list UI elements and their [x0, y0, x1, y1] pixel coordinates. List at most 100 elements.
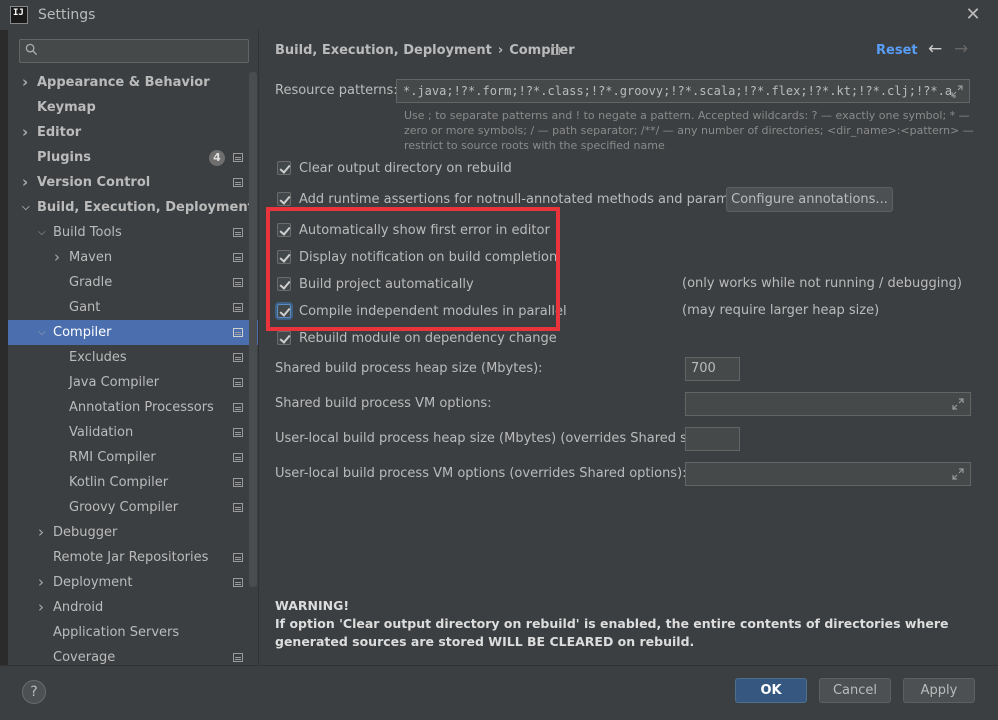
build-automatically-note: (only works while not running / debuggin… [682, 276, 962, 291]
project-scope-icon [233, 478, 243, 487]
resource-patterns-value: *.java;!?*.form;!?*.class;!?*.groovy;!?*… [403, 84, 960, 98]
breadcrumb-current: Compiler [509, 43, 575, 58]
sidebar-item-excludes[interactable]: Excludes [8, 345, 258, 370]
sidebar-item-compiler[interactable]: ⌵ Compiler [8, 320, 258, 345]
sidebar-item-maven[interactable]: › Maven [8, 245, 258, 270]
chevron-right-icon[interactable]: › [22, 70, 32, 95]
project-scope-icon [233, 378, 243, 387]
sidebar-item-gradle[interactable]: Gradle [8, 270, 258, 295]
sidebar-item-kotlin-compiler[interactable]: Kotlin Compiler [8, 470, 258, 495]
chevron-right-icon[interactable]: › [54, 245, 64, 270]
sidebar-item-label: Java Compiler [69, 375, 160, 390]
chevron-right-icon[interactable]: › [22, 170, 32, 195]
help-button[interactable]: ? [22, 680, 46, 704]
sidebar-item-label: Gant [69, 300, 101, 315]
vm-options-field[interactable] [685, 392, 971, 416]
expand-field-icon[interactable] [951, 85, 963, 97]
dialog-button-bar: ? OK Cancel Apply [0, 665, 998, 720]
project-scope-icon [233, 253, 243, 262]
sidebar-item-java-compiler[interactable]: Java Compiler [8, 370, 258, 395]
close-icon[interactable]: ✕ [962, 4, 984, 26]
chevron-right-icon[interactable]: › [38, 595, 48, 620]
heap-size-input[interactable]: 700 [685, 357, 740, 381]
project-scope-icon [233, 403, 243, 412]
sidebar-item-label: Coverage [53, 650, 116, 665]
sidebar-item-label: Maven [69, 250, 113, 265]
editor-gutter-strip [0, 30, 8, 720]
sidebar-item-keymap[interactable]: Keymap [8, 95, 258, 120]
sidebar-item-gant[interactable]: Gant [8, 295, 258, 320]
sidebar-item-debugger[interactable]: › Debugger [8, 520, 258, 545]
chevron-right-icon[interactable]: › [22, 120, 32, 145]
warning-text: If option 'Clear output directory on reb… [275, 616, 949, 649]
sidebar-scrollbar[interactable] [249, 72, 257, 587]
chevron-right-icon[interactable]: › [38, 570, 48, 595]
runtime-assertions-label: Add runtime assertions for notnull-annot… [299, 191, 763, 207]
apply-button[interactable]: Apply [903, 678, 975, 703]
sidebar-item-label: RMI Compiler [69, 450, 156, 465]
settings-search-input[interactable] [19, 39, 249, 63]
reset-link[interactable]: Reset [876, 43, 918, 58]
sidebar-item-label: Plugins [37, 150, 91, 165]
sidebar-item-label: Annotation Processors [69, 400, 214, 415]
ok-button[interactable]: OK [735, 678, 807, 703]
sidebar-item-build-tools[interactable]: ⌵ Build Tools [8, 220, 258, 245]
chevron-down-icon[interactable]: ⌵ [22, 195, 32, 220]
title-bar: IJ Settings ✕ [0, 0, 998, 30]
sidebar-item-label: Editor [37, 125, 82, 140]
compiler-settings-panel: Build, Execution, Deployment › Compiler Re… [260, 30, 998, 665]
sidebar-item-label: Application Servers [53, 625, 180, 640]
sidebar-item-label: Remote Jar Repositories [53, 550, 209, 565]
chevron-right-icon[interactable]: › [38, 520, 48, 545]
sidebar-item-plugins[interactable]: Plugins 4 [8, 145, 258, 170]
sidebar-item-rmi-compiler[interactable]: RMI Compiler [8, 445, 258, 470]
chevron-down-icon[interactable]: ⌵ [38, 320, 48, 345]
settings-tree: › Appearance & Behavior Keymap › Editor Plugi… [8, 70, 258, 665]
project-scope-icon [551, 47, 560, 55]
sidebar-item-appearance-behavior[interactable]: › Appearance & Behavior [8, 70, 258, 95]
runtime-assertions-checkbox[interactable] [277, 192, 291, 206]
breadcrumb: Build, Execution, Deployment › Compiler [275, 43, 575, 58]
project-scope-icon [233, 453, 243, 462]
sidebar-item-label: Appearance & Behavior [37, 75, 210, 90]
sidebar-item-label: Validation [69, 425, 134, 440]
sidebar-item-remote-jar-repositories[interactable]: Remote Jar Repositories [8, 545, 258, 570]
clear-output-checkbox[interactable] [277, 161, 291, 175]
project-scope-icon [233, 353, 243, 362]
sidebar-item-android[interactable]: › Android [8, 595, 258, 620]
resource-patterns-field[interactable]: *.java;!?*.form;!?*.class;!?*.groovy;!?*… [396, 79, 970, 103]
sidebar-item-coverage[interactable]: Coverage [8, 645, 258, 665]
sidebar-item-application-servers[interactable]: Application Servers [8, 620, 258, 645]
sidebar-item-label: Gradle [69, 275, 113, 290]
settings-sidebar: › Appearance & Behavior Keymap › Editor Plugi… [8, 30, 259, 665]
clear-output-label: Clear output directory on rebuild [299, 160, 512, 176]
user-heap-size-input[interactable] [685, 427, 740, 451]
cancel-button[interactable]: Cancel [819, 678, 891, 703]
back-arrow-icon[interactable]: ← [928, 39, 942, 59]
configure-annotations-button[interactable]: Configure annotations... [726, 187, 893, 212]
heap-size-label: Shared build process heap size (Mbytes): [275, 361, 543, 376]
clear-output-option[interactable]: Clear output directory on rebuild [277, 158, 512, 178]
project-scope-icon [233, 328, 243, 337]
sidebar-item-deployment[interactable]: › Deployment [8, 570, 258, 595]
rebuild-dependency-checkbox[interactable] [277, 331, 291, 345]
sidebar-item-version-control[interactable]: › Version Control [8, 170, 258, 195]
rebuild-dependency-option[interactable]: Rebuild module on dependency change [277, 328, 557, 348]
sidebar-item-label: Android [53, 600, 104, 615]
sidebar-item-label: Groovy Compiler [69, 500, 179, 515]
user-vm-options-field[interactable] [685, 462, 971, 486]
sidebar-item-validation[interactable]: Validation [8, 420, 258, 445]
window-title: Settings [38, 7, 96, 23]
chevron-down-icon[interactable]: ⌵ [38, 220, 48, 245]
runtime-assertions-option[interactable]: Add runtime assertions for notnull-annot… [277, 189, 762, 209]
sidebar-item-annotation-processors[interactable]: Annotation Processors [8, 395, 258, 420]
sidebar-item-label: Build, Execution, Deployment [37, 200, 254, 215]
project-scope-icon [233, 503, 243, 512]
sidebar-item-editor[interactable]: › Editor [8, 120, 258, 145]
expand-field-icon[interactable] [952, 468, 964, 480]
expand-field-icon[interactable] [952, 398, 964, 410]
sidebar-item-build-execution-deployment[interactable]: ⌵ Build, Execution, Deployment [8, 195, 258, 220]
sidebar-item-groovy-compiler[interactable]: Groovy Compiler [8, 495, 258, 520]
project-scope-icon [233, 578, 243, 587]
forward-arrow-icon[interactable]: → [954, 39, 968, 59]
